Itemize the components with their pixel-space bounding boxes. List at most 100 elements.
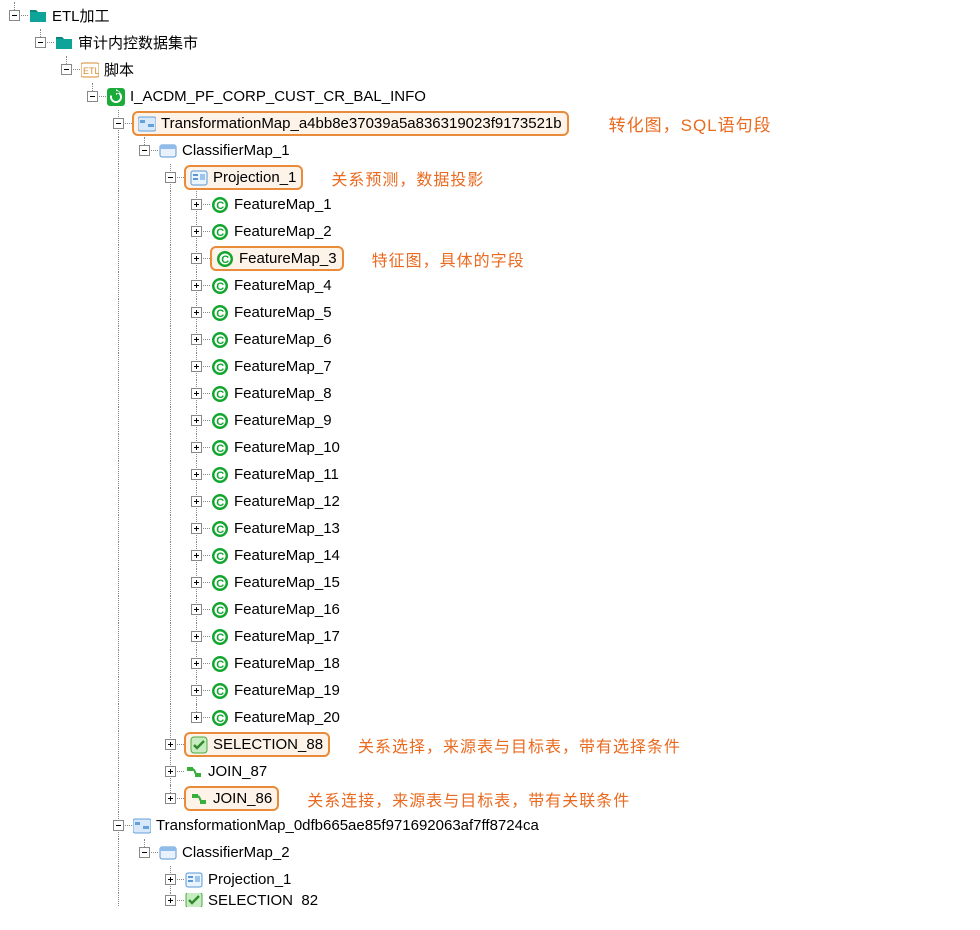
join-icon [184,763,204,781]
expander[interactable] [165,739,176,750]
expander[interactable] [9,10,20,21]
expander[interactable] [87,91,98,102]
featuremap-icon [210,412,230,430]
expander[interactable] [191,307,202,318]
tree-item[interactable]: FeatureMap_12 [232,493,342,510]
tree-item[interactable]: FeatureMap_6 [232,331,334,348]
tree-item-highlighted[interactable]: SELECTION_88 [184,732,330,757]
tree-item[interactable]: FeatureMap_20 [232,709,342,726]
tree-item-highlighted[interactable]: FeatureMap_3 [210,246,344,271]
expander[interactable] [191,658,202,669]
annotation: 特征图，具体的字段 [372,247,525,271]
featuremap-icon [210,628,230,646]
featuremap-icon [210,682,230,700]
expander[interactable] [191,334,202,345]
transformationmap-icon [137,115,157,133]
expander[interactable] [139,145,150,156]
expander[interactable] [165,766,176,777]
tree-item-highlighted[interactable]: JOIN_86 [184,786,279,811]
featuremap-icon [210,547,230,565]
tree-item[interactable]: FeatureMap_4 [232,277,334,294]
tree-item-highlighted[interactable]: Projection_1 [184,165,303,190]
expander[interactable] [191,226,202,237]
featuremap-icon [210,709,230,727]
tree-item[interactable]: ETL加工 [50,5,112,26]
tree-item[interactable]: FeatureMap_5 [232,304,334,321]
expander[interactable] [191,442,202,453]
tree-item[interactable]: TransformationMap_0dfb665ae85f971692063a… [154,817,541,834]
tree-item[interactable]: JOIN_87 [206,763,269,780]
expander[interactable] [61,64,72,75]
join-icon [189,790,209,808]
tree-item[interactable]: FeatureMap_2 [232,223,334,240]
tree-item[interactable]: I_ACDM_PF_CORP_CUST_CR_BAL_INFO [128,88,428,105]
featuremap-icon [215,250,235,268]
tree-item[interactable]: FeatureMap_11 [232,466,341,483]
tree-item[interactable]: 脚本 [102,59,136,80]
tree-item[interactable]: FeatureMap_7 [232,358,334,375]
featuremap-icon [210,358,230,376]
tree-item[interactable]: FeatureMap_13 [232,520,342,537]
classifiermap-icon [158,844,178,862]
expander[interactable] [191,685,202,696]
featuremap-icon [210,223,230,241]
etl-icon [80,61,100,79]
expander[interactable] [191,388,202,399]
tree-item[interactable]: 审计内控数据集市 [76,32,200,53]
expander[interactable] [191,577,202,588]
expander[interactable] [165,793,176,804]
featuremap-icon [210,520,230,538]
expander[interactable] [191,496,202,507]
featuremap-icon [210,466,230,484]
expander[interactable] [191,253,202,264]
expander[interactable] [165,172,176,183]
folder-icon [28,7,48,25]
tree-item[interactable]: FeatureMap_18 [232,655,342,672]
featuremap-icon [210,277,230,295]
tree-item[interactable]: FeatureMap_9 [232,412,334,429]
expander[interactable] [113,118,124,129]
tree-item[interactable]: FeatureMap_17 [232,628,342,645]
expander[interactable] [139,847,150,858]
transformationmap-icon [132,817,152,835]
tree-item[interactable]: ClassifierMap_1 [180,142,292,159]
tree-item[interactable]: FeatureMap_16 [232,601,342,618]
annotation: 关系选择，来源表与目标表，带有选择条件 [358,733,681,757]
classifiermap-icon [158,142,178,160]
tree-item[interactable]: FeatureMap_8 [232,385,334,402]
expander[interactable] [191,712,202,723]
tree-item[interactable]: Projection_1 [206,871,293,888]
tree-view: ETL加工 审计内控数据集市 脚本 I_ACDM_PF_CORP_CUST_CR… [2,2,978,907]
featuremap-icon [210,304,230,322]
expander[interactable] [191,631,202,642]
tree-item[interactable]: FeatureMap_14 [232,547,342,564]
featuremap-icon [210,331,230,349]
featuremap-icon [210,196,230,214]
expander[interactable] [191,550,202,561]
tree-item[interactable]: ClassifierMap_2 [180,844,292,861]
tree-item[interactable]: FeatureMap_1 [232,196,334,213]
expander[interactable] [191,415,202,426]
expander[interactable] [113,820,124,831]
expander[interactable] [191,199,202,210]
annotation: 转化图，SQL语句段 [609,111,772,136]
selection-icon [184,893,204,907]
featuremap-icon [210,655,230,673]
selection-icon [189,736,209,754]
expander[interactable] [191,523,202,534]
expander[interactable] [165,895,176,906]
expander[interactable] [35,37,46,48]
tree-item[interactable]: FeatureMap_15 [232,574,342,591]
tree-item[interactable]: SELECTION_82 [206,893,320,907]
tree-item[interactable]: FeatureMap_19 [232,682,342,699]
tree-item-highlighted[interactable]: TransformationMap_a4bb8e37039a5a83631902… [132,111,569,136]
annotation: 关系预测，数据投影 [331,166,484,190]
expander[interactable] [191,604,202,615]
expander[interactable] [191,280,202,291]
expander[interactable] [165,874,176,885]
expander[interactable] [191,469,202,480]
featuremap-icon [210,574,230,592]
featuremap-icon [210,601,230,619]
tree-item[interactable]: FeatureMap_10 [232,439,342,456]
expander[interactable] [191,361,202,372]
